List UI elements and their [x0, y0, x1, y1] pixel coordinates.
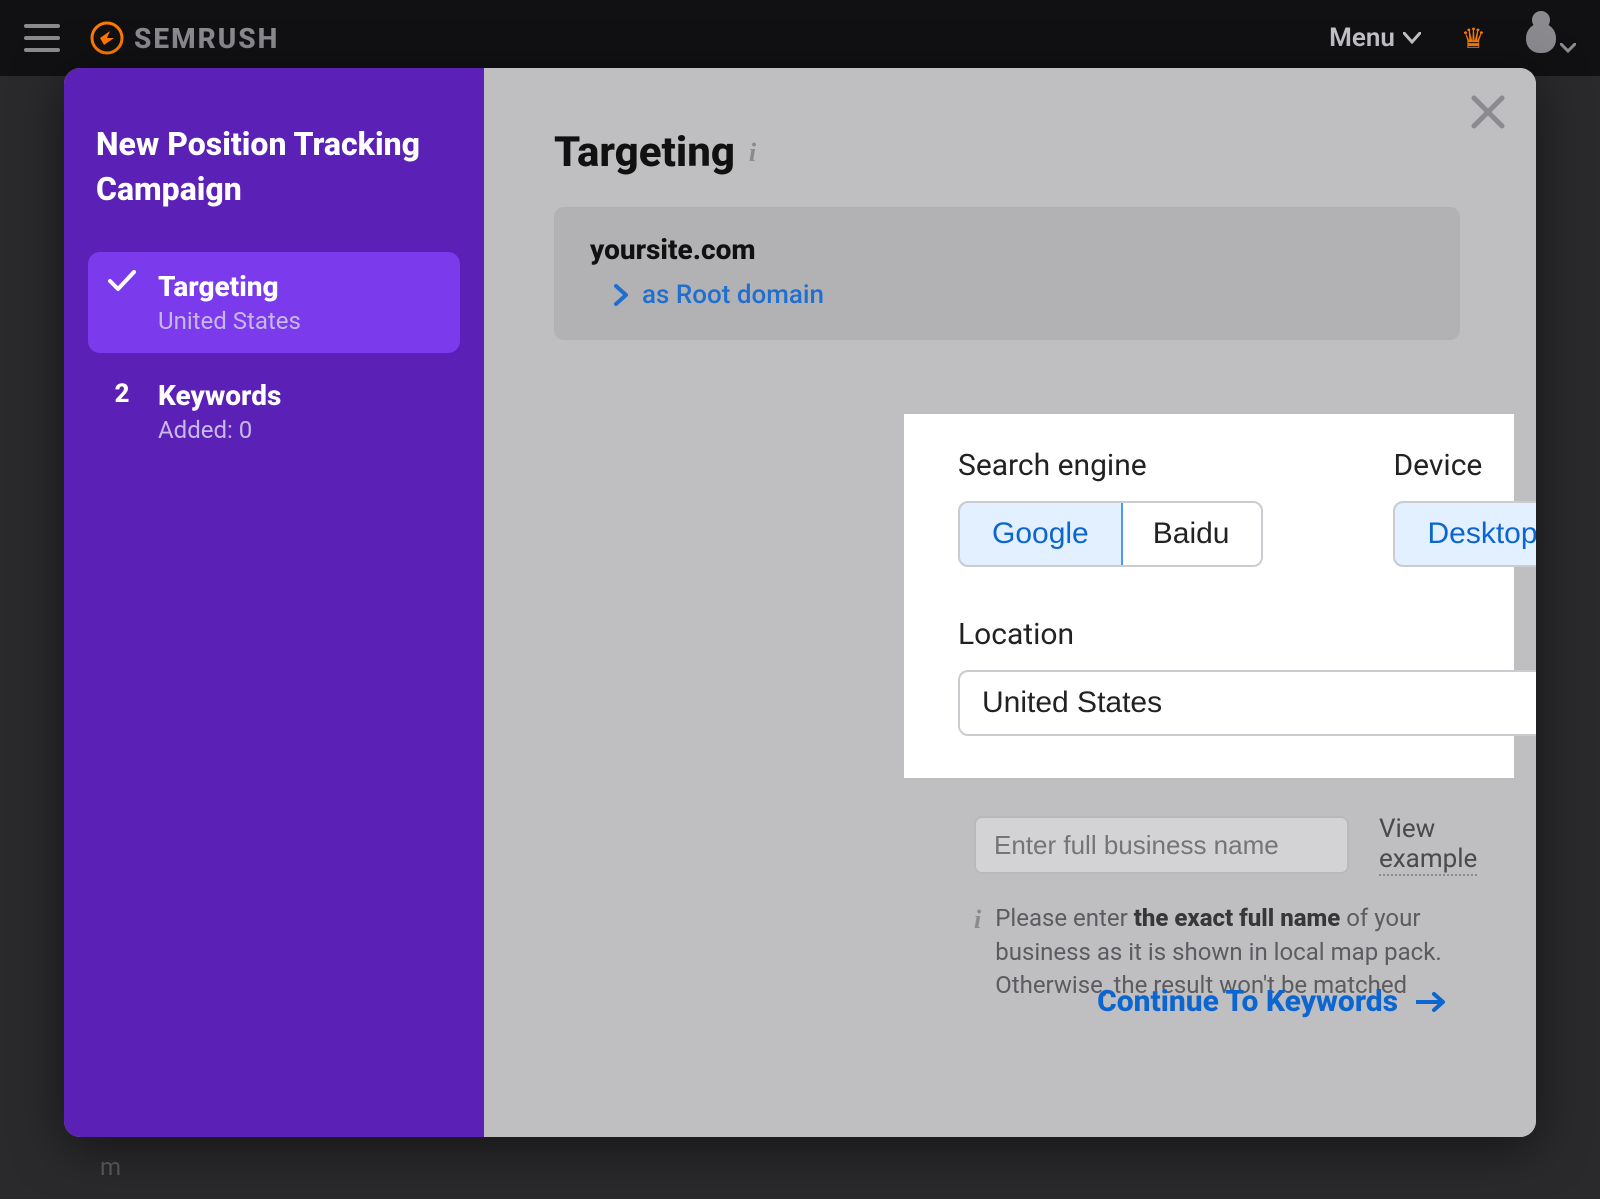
menu-label: Menu: [1329, 23, 1395, 53]
user-menu[interactable]: [1526, 23, 1576, 53]
step-number: 2: [108, 379, 136, 409]
continue-to-keywords-button[interactable]: Continue To Keywords: [1097, 984, 1446, 1019]
location-group: Location: [958, 617, 1536, 736]
location-label: Location: [958, 617, 1536, 652]
top-nav: SEMRUSH Menu ♛: [0, 0, 1600, 76]
wizard-panel: Targeting i yoursite.com as Root domain …: [484, 68, 1536, 1137]
close-icon[interactable]: [1468, 92, 1508, 132]
step-sub: United States: [158, 307, 301, 335]
wizard-sidebar: New Position TrackingCampaign Targeting …: [64, 68, 484, 1137]
search-engine-group: Search engine Google Baidu: [958, 448, 1263, 567]
device-segmented: Desktop Mobile Tablet: [1393, 501, 1536, 567]
info-icon: i: [974, 902, 981, 1003]
step-label: Keywords: [158, 379, 281, 412]
search-engine-label: Search engine: [958, 448, 1263, 483]
wizard-title: New Position TrackingCampaign: [96, 122, 460, 212]
view-example-link[interactable]: View example: [1379, 814, 1477, 876]
device-label: Device: [1393, 448, 1536, 483]
root-domain-label: as Root domain: [642, 280, 824, 310]
domain-name: yoursite.com: [590, 233, 1424, 266]
crown-icon[interactable]: ♛: [1461, 22, 1486, 55]
search-engine-segmented: Google Baidu: [958, 501, 1263, 567]
panel-title: Targeting i: [554, 128, 1466, 177]
location-input[interactable]: [958, 670, 1536, 736]
targeting-form-highlight: Search engine Google Baidu Device Deskto…: [904, 414, 1514, 778]
chevron-down-icon: [1403, 32, 1421, 44]
semrush-logo[interactable]: SEMRUSH: [90, 21, 279, 55]
check-icon: [108, 270, 136, 292]
search-engine-google[interactable]: Google: [958, 501, 1123, 567]
wizard-modal: New Position TrackingCampaign Targeting …: [64, 68, 1536, 1137]
cta-label: Continue To Keywords: [1097, 984, 1398, 1019]
step-label: Targeting: [158, 270, 301, 303]
device-group: Device Desktop Mobile Tablet: [1393, 448, 1536, 567]
logo-spark-icon: [90, 21, 124, 55]
step-sub: Added: 0: [158, 416, 281, 444]
stray-text: m: [100, 1153, 121, 1181]
avatar-icon: [1526, 23, 1556, 53]
step-targeting[interactable]: Targeting United States: [88, 252, 460, 353]
device-desktop[interactable]: Desktop: [1393, 501, 1536, 567]
step-keywords[interactable]: 2 Keywords Added: 0: [88, 361, 460, 462]
menu-dropdown[interactable]: Menu: [1329, 23, 1421, 53]
info-icon[interactable]: i: [749, 138, 756, 168]
chevron-down-icon: [1560, 43, 1576, 53]
logo-text: SEMRUSH: [134, 22, 279, 55]
search-engine-baidu[interactable]: Baidu: [1121, 503, 1262, 565]
root-domain-toggle[interactable]: as Root domain: [614, 280, 1424, 310]
business-name-section: View example i Please enter the exact fu…: [974, 814, 1476, 1003]
business-name-input[interactable]: [974, 816, 1349, 874]
domain-card: yoursite.com as Root domain: [554, 207, 1460, 340]
hamburger-icon[interactable]: [24, 24, 60, 52]
arrow-right-icon: [1416, 992, 1446, 1012]
chevron-right-icon: [614, 284, 628, 306]
